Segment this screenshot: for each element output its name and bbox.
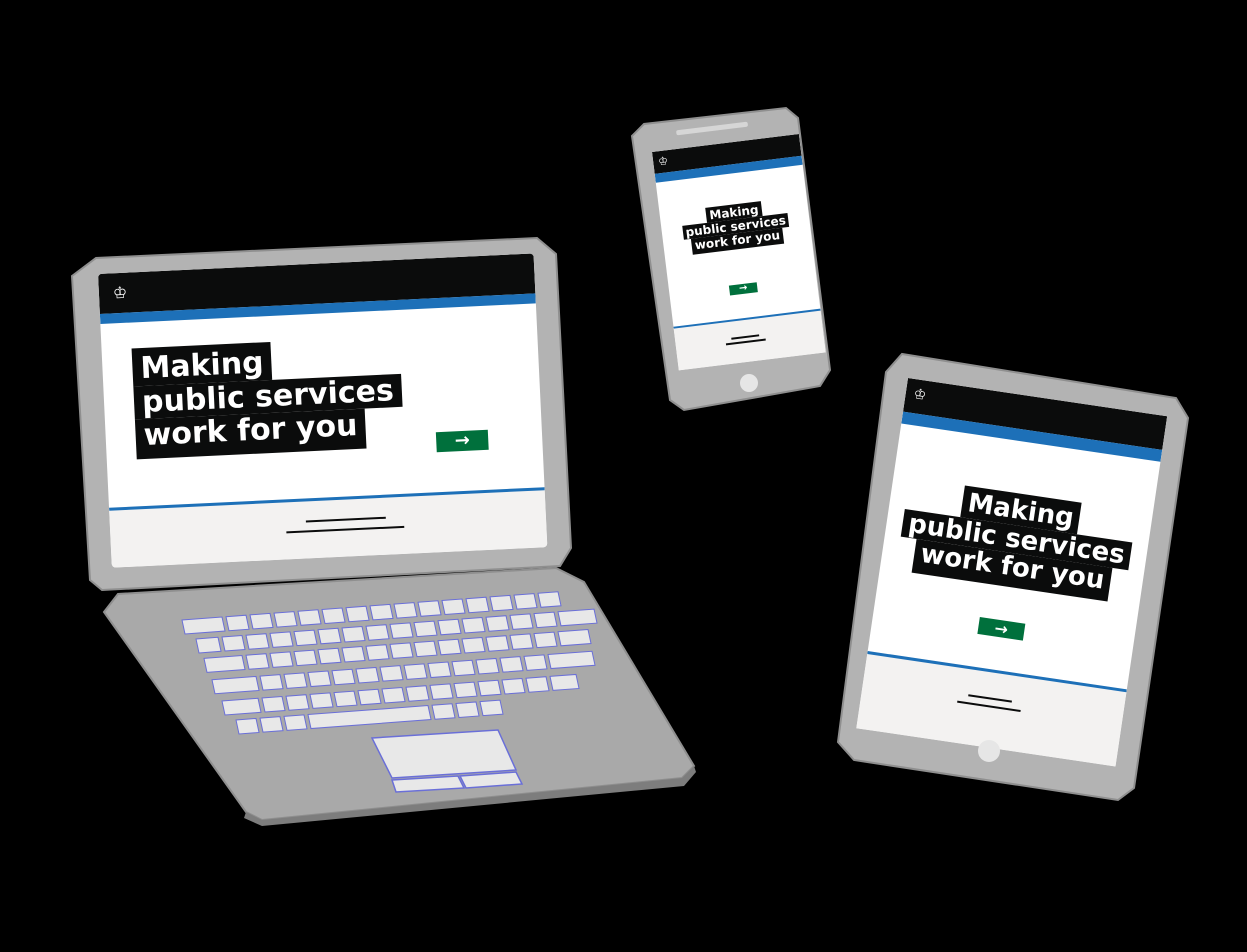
start-button[interactable]: → [977,617,1026,641]
arrow-right-icon: → [993,617,1010,639]
illustration: ♔ Making public services work for you → [0,0,1247,952]
crown-icon: ♔ [912,386,928,404]
tablet-screen: ♔ Making public services work for you → [856,378,1168,767]
hero-headline: Making public services work for you [880,475,1153,606]
footer-link-line [968,694,1012,703]
tablet-home-button [978,740,1000,762]
footer-rule [867,651,1127,693]
